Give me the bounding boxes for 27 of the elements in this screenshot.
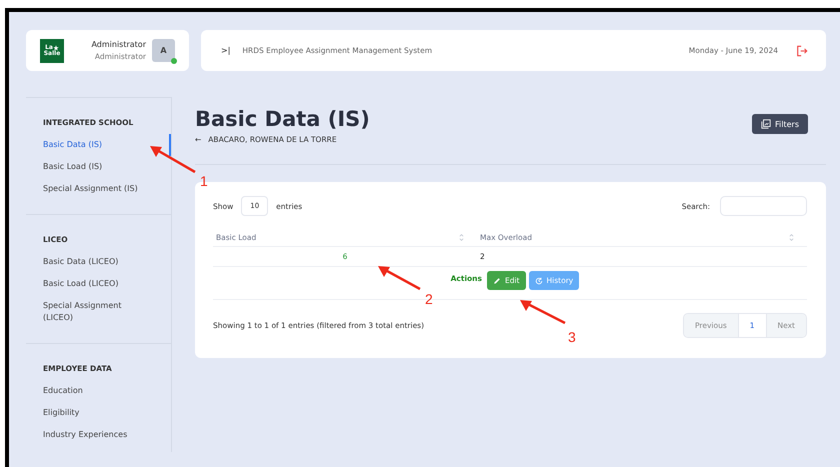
history-icon — [534, 276, 543, 284]
filters-button[interactable]: Filters — [752, 114, 808, 134]
annotation-number: 1 — [200, 173, 208, 189]
annotation-arrow — [150, 146, 196, 174]
star-icon — [52, 44, 59, 50]
page-title: Basic Data (IS) — [195, 106, 370, 132]
annotation-number: 3 — [568, 329, 576, 345]
sidebar-item[interactable]: Basic Data (LICEO) — [43, 251, 171, 273]
sidebar-item[interactable]: Special Assignment (IS) — [43, 178, 171, 200]
annotation-arrow — [378, 266, 421, 290]
sidebar-item[interactable]: Industry Experiences — [43, 424, 171, 446]
annotation-number: 2 — [425, 291, 433, 307]
user-name: Administrator — [91, 40, 146, 49]
sort-icon[interactable] — [459, 233, 464, 242]
sidebar-item[interactable]: Eligibility — [43, 402, 171, 424]
image-icon — [761, 119, 772, 129]
pencil-icon — [493, 276, 501, 284]
sidebar-item[interactable]: Basic Load (IS) — [43, 156, 171, 178]
sidebar-item[interactable]: Education — [43, 380, 171, 402]
search-field[interactable] — [720, 196, 807, 216]
annotation-arrow — [520, 300, 566, 324]
avatar[interactable]: A — [152, 39, 175, 62]
logout-icon[interactable] — [796, 44, 808, 56]
sidebar-item[interactable]: Special Assignment (LICEO) — [43, 295, 171, 329]
sort-icon[interactable] — [789, 233, 794, 242]
sidebar-item[interactable]: Basic Load (LICEO) — [43, 273, 171, 295]
sidebar-toggle[interactable]: >| — [221, 46, 230, 55]
